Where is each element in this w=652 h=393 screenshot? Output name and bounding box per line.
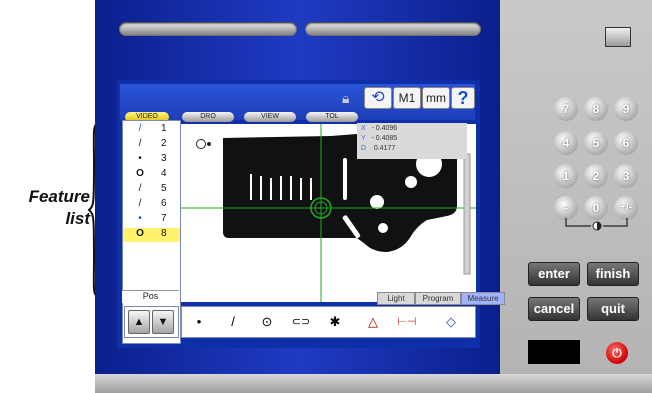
angle-tool-icon[interactable]: △ (362, 312, 384, 332)
key-7[interactable]: 7 (554, 97, 578, 121)
display-bezel: VIDEO DRO VIEW TOL 🔒︎ ⟲ M1 mm ? /1 /2 • 3… (95, 0, 505, 374)
circle-icon: O (136, 168, 144, 179)
left-slot (119, 22, 297, 36)
key-8[interactable]: 8 (584, 97, 608, 121)
feature-item-6[interactable]: /6 (123, 198, 180, 212)
feature-number: 6 (161, 198, 167, 209)
x-value: - 0.4096 (371, 125, 398, 132)
feature-item-7[interactable]: • 7 (123, 213, 180, 227)
device-base (95, 374, 652, 393)
feature-number: 3 (161, 153, 167, 164)
feature-number: 4 (161, 168, 167, 179)
feature-item-3[interactable]: • 3 (123, 153, 180, 167)
feature-item-8[interactable]: O8 (123, 228, 180, 242)
feature-item-5[interactable]: /5 (123, 183, 180, 197)
lock-icon[interactable]: 🔒︎ (342, 90, 349, 107)
line-icon: / (138, 123, 142, 134)
key-9[interactable]: 9 (614, 97, 638, 121)
line-icon: / (138, 183, 142, 194)
m1-button[interactable]: M1 (393, 87, 421, 109)
d-value: 0.4177 (373, 145, 396, 152)
feature-number: 5 (161, 183, 167, 194)
feature-item-2[interactable]: /2 (123, 138, 180, 152)
x-label: X (361, 125, 366, 132)
y-label: Y (361, 135, 366, 142)
feature-item-4[interactable]: O4 (123, 168, 180, 182)
scroll-down-button[interactable]: ▼ (152, 310, 174, 334)
help-button[interactable]: ? (451, 87, 475, 109)
key-6[interactable]: 6 (614, 131, 638, 155)
tab-dro[interactable]: DRO (182, 112, 234, 122)
right-slot (305, 22, 481, 36)
line-icon: / (138, 138, 142, 149)
tab-program[interactable]: Program (415, 292, 461, 305)
measuring-device: VIDEO DRO VIEW TOL 🔒︎ ⟲ M1 mm ? /1 /2 • 3… (95, 0, 652, 393)
undo-arrow-icon[interactable]: ⟲ (364, 87, 392, 109)
point-tool-icon[interactable]: • (188, 312, 210, 332)
feature-list-callout: Feature list (2, 186, 90, 230)
auto-tool-icon[interactable]: ✱ (324, 312, 346, 332)
point-icon: • (138, 213, 142, 224)
pos-label[interactable]: Pos (122, 290, 179, 303)
key-3[interactable]: 3 (614, 164, 638, 188)
top-toolbar: VIDEO DRO VIEW TOL 🔒︎ ⟲ M1 mm ? (120, 84, 475, 122)
feature-item-1[interactable]: /1 (123, 123, 180, 137)
tab-light[interactable]: Light (377, 292, 415, 305)
measure-toolbar: • / ⊙ ⊂⊃ ✱ △ ⊢⊣ ◇ (181, 306, 476, 338)
tab-view[interactable]: VIEW (244, 112, 296, 122)
units-button[interactable]: mm (422, 87, 450, 109)
key-minus[interactable]: - (554, 196, 578, 220)
scroll-up-button[interactable]: ▲ (128, 310, 150, 334)
key-5[interactable]: 5 (584, 131, 608, 155)
quit-button[interactable]: quit (587, 297, 639, 321)
feature-number: 7 (161, 213, 167, 224)
status-display (528, 340, 580, 364)
d-label: D (361, 145, 367, 152)
key-0[interactable]: 0 (584, 196, 608, 220)
rectangle-tool-icon[interactable]: ◇ (440, 312, 462, 332)
slot-tool-icon[interactable]: ⊂⊃ (290, 312, 312, 332)
key-1[interactable]: 1 (554, 164, 578, 188)
feature-number: 2 (161, 138, 167, 149)
circle-icon: O (136, 228, 144, 239)
list-scroll-controls: ▲ ▼ (124, 306, 179, 338)
line-tool-icon[interactable]: / (222, 312, 244, 332)
distance-tool-icon[interactable]: ⊢⊣ (396, 312, 418, 332)
point-icon: • (138, 153, 142, 164)
finish-button[interactable]: finish (587, 262, 639, 286)
coordinate-readout: X - 0.4096 Y - 0.4085 D 0.4177 (357, 123, 467, 159)
tab-tol[interactable]: TOL (306, 112, 358, 122)
line-icon: / (138, 198, 142, 209)
y-value: - 0.4085 (371, 135, 398, 142)
power-icon[interactable]: ⏻ (606, 342, 628, 364)
key-2[interactable]: 2 (584, 164, 608, 188)
tab-measure[interactable]: Measure (461, 292, 505, 305)
cancel-button[interactable]: cancel (528, 297, 580, 321)
feature-number: 1 (161, 123, 167, 134)
key-plus-minus[interactable]: +/- (614, 196, 638, 220)
key-4[interactable]: 4 (554, 131, 578, 155)
touch-screen: VIDEO DRO VIEW TOL 🔒︎ ⟲ M1 mm ? /1 /2 • 3… (117, 80, 505, 348)
screen-menu-button[interactable] (605, 27, 631, 47)
enter-button[interactable]: enter (528, 262, 580, 286)
callout-line1: Feature (28, 187, 90, 206)
feature-number: 8 (161, 228, 167, 239)
decimal-bracket-icon (565, 218, 628, 231)
callout-line2: list (65, 209, 90, 228)
circle-tool-icon[interactable]: ⊙ (256, 312, 278, 332)
